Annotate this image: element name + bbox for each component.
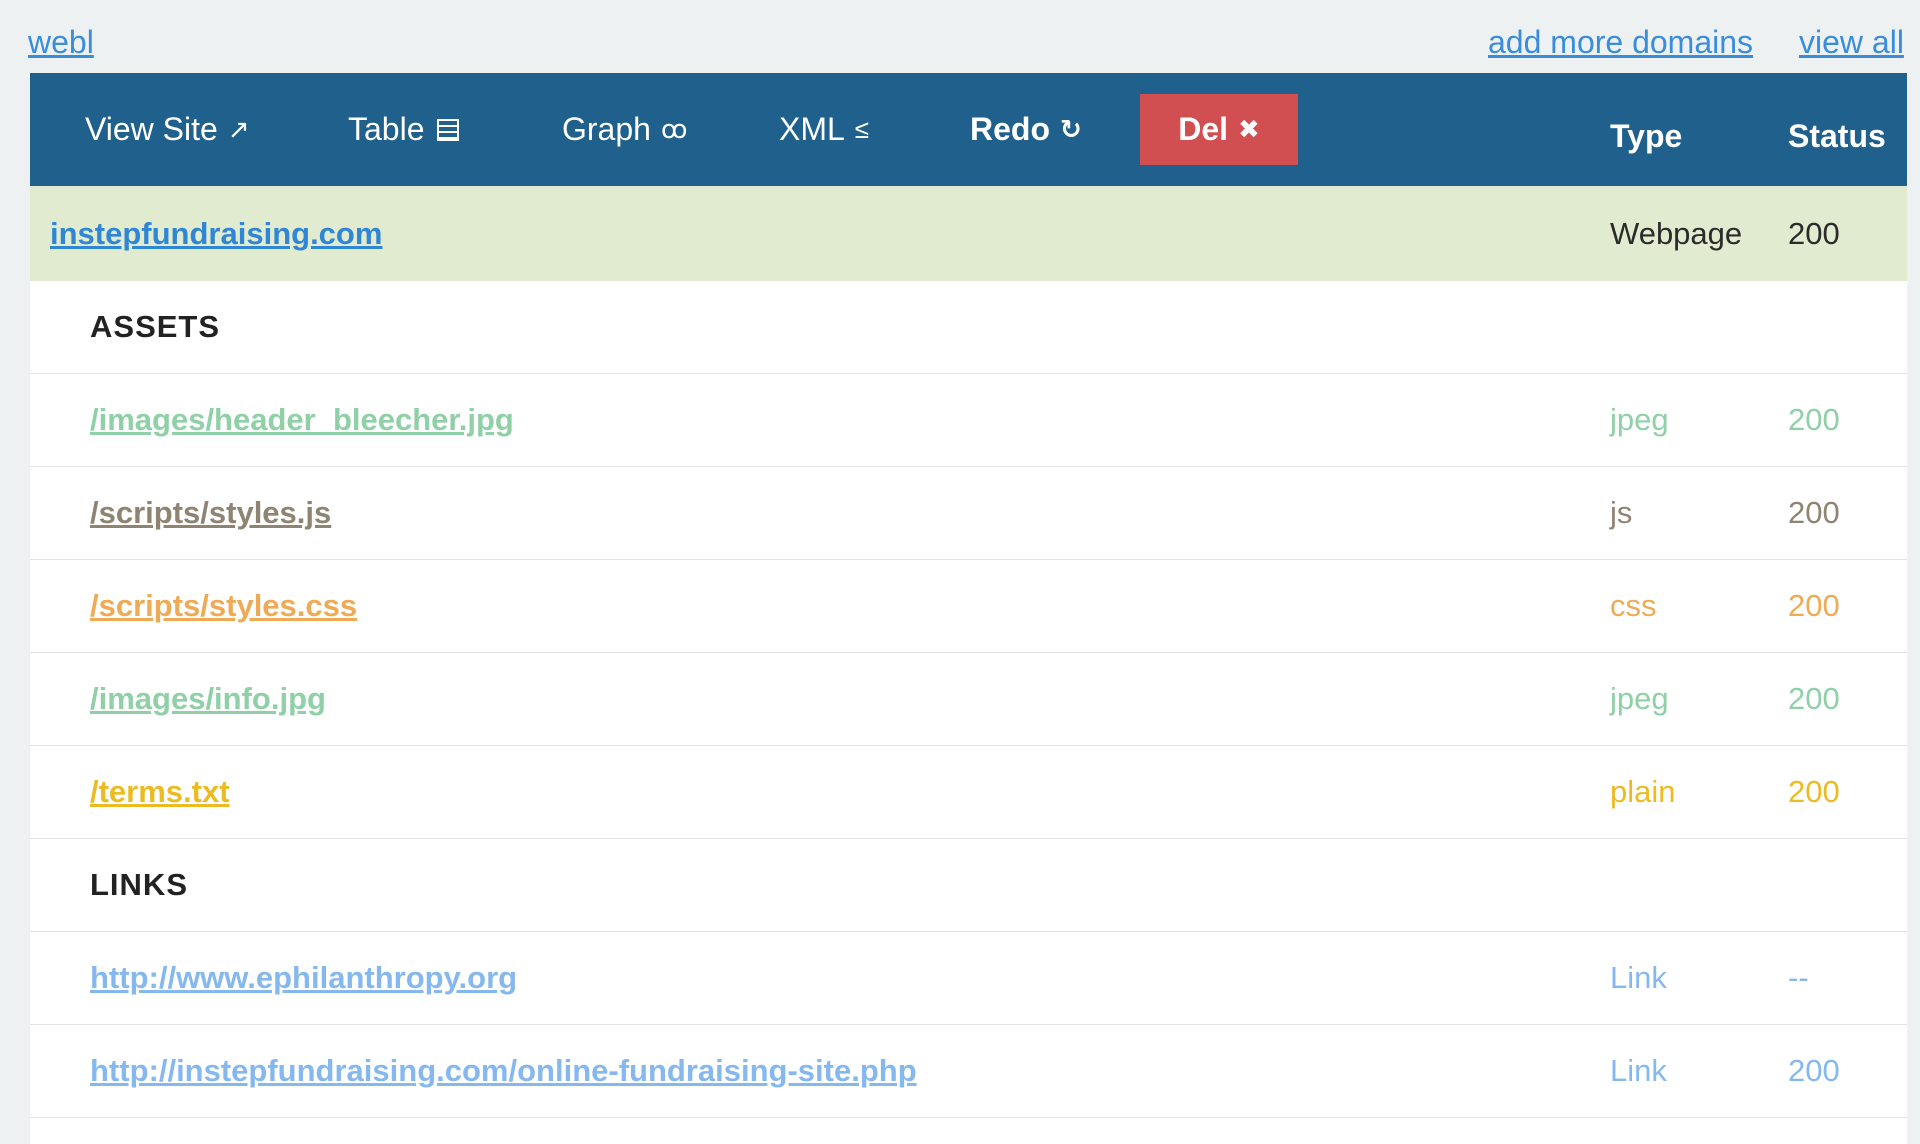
delete-label: Del	[1178, 111, 1228, 147]
asset-row-status: 200	[1788, 774, 1840, 809]
view-site-label: View Site	[85, 111, 218, 147]
links-heading: LINKS	[90, 867, 188, 902]
link-row-url-link[interactable]: http://www.ephilanthropy.org	[90, 932, 517, 1024]
assets-heading: ASSETS	[90, 309, 221, 344]
asset-row-status: 200	[1788, 588, 1840, 623]
delete-button[interactable]: Del ✖	[1140, 94, 1298, 165]
top-bar: webl add more domains view all	[0, 0, 1920, 73]
redo-label: Redo	[970, 111, 1050, 147]
links-list: http://www.ephilanthropy.org Link -- http:/…	[30, 932, 1907, 1118]
assets-section-header: ASSETS	[30, 281, 1907, 374]
asset-row: /scripts/styles.js js 200	[30, 467, 1907, 560]
asset-row-url-link[interactable]: /scripts/styles.css	[90, 560, 357, 652]
xml-button[interactable]: XML ≤	[779, 73, 869, 186]
link-row-url-link[interactable]: http://instepfundraising.com/online-fund…	[90, 1025, 917, 1117]
asset-row-type: plain	[1610, 774, 1676, 809]
domain-link[interactable]: instepfundraising.com	[50, 186, 382, 281]
asset-row-type: css	[1610, 588, 1657, 623]
type-column-header: Type	[1610, 118, 1683, 154]
asset-row-url-link[interactable]: /scripts/styles.js	[90, 467, 331, 559]
domain-status: 200	[1788, 215, 1840, 251]
asset-row-type: jpeg	[1610, 402, 1669, 437]
status-column-header: Status	[1788, 118, 1886, 154]
link-row: http://www.ephilanthropy.org Link --	[30, 932, 1907, 1025]
asset-row-status: 200	[1788, 402, 1840, 437]
table-label: Table	[348, 111, 425, 147]
domain-type: Webpage	[1610, 215, 1743, 251]
table-icon	[436, 118, 459, 141]
domain-row: instepfundraising.com Webpage 200	[30, 186, 1907, 281]
asset-row: /images/header_bleecher.jpg jpeg 200	[30, 374, 1907, 467]
link-row-status: --	[1788, 960, 1809, 995]
asset-row: /scripts/styles.css css 200	[30, 560, 1907, 653]
redo-button[interactable]: Redo ↻	[970, 73, 1082, 186]
asset-row: /terms.txt plain 200	[30, 746, 1907, 839]
view-all-link[interactable]: view all	[1799, 24, 1904, 61]
close-icon: ✖	[1238, 114, 1260, 144]
asset-row-status: 200	[1788, 681, 1840, 716]
asset-row: /images/info.jpg jpeg 200	[30, 653, 1907, 746]
xml-label: XML	[779, 111, 845, 147]
asset-row-type: js	[1610, 495, 1633, 530]
asset-row-type: jpeg	[1610, 681, 1669, 716]
graph-icon: ꝏ	[660, 114, 688, 144]
graph-label: Graph	[562, 111, 651, 147]
link-row-status: 200	[1788, 1053, 1840, 1088]
link-row-type: Link	[1610, 960, 1667, 995]
assets-list: /images/header_bleecher.jpg jpeg 200/scrip…	[30, 374, 1907, 839]
asset-row-url-link[interactable]: /terms.txt	[90, 746, 230, 838]
link-row: http://instepfundraising.com/online-fund…	[30, 1025, 1907, 1118]
view-site-button[interactable]: View Site ↗	[85, 73, 250, 186]
link-row-type: Link	[1610, 1053, 1667, 1088]
graph-button[interactable]: Graph ꝏ	[562, 73, 687, 186]
toolbar: View Site ↗ Table Graph ꝏ XML ≤ Redo ↻ D…	[30, 73, 1907, 186]
home-link[interactable]: webl	[28, 24, 94, 61]
asset-row-url-link[interactable]: /images/info.jpg	[90, 653, 326, 745]
table-button[interactable]: Table	[348, 73, 459, 186]
asset-row-status: 200	[1788, 495, 1840, 530]
xml-icon: ≤	[854, 114, 870, 144]
results-panel: View Site ↗ Table Graph ꝏ XML ≤ Redo ↻ D…	[30, 73, 1907, 1144]
asset-row-url-link[interactable]: /images/header_bleecher.jpg	[90, 374, 514, 466]
external-arrow-icon: ↗	[227, 114, 250, 144]
redo-icon: ↻	[1060, 114, 1082, 144]
add-more-domains-link[interactable]: add more domains	[1488, 24, 1753, 61]
links-section-header: LINKS	[30, 839, 1907, 932]
